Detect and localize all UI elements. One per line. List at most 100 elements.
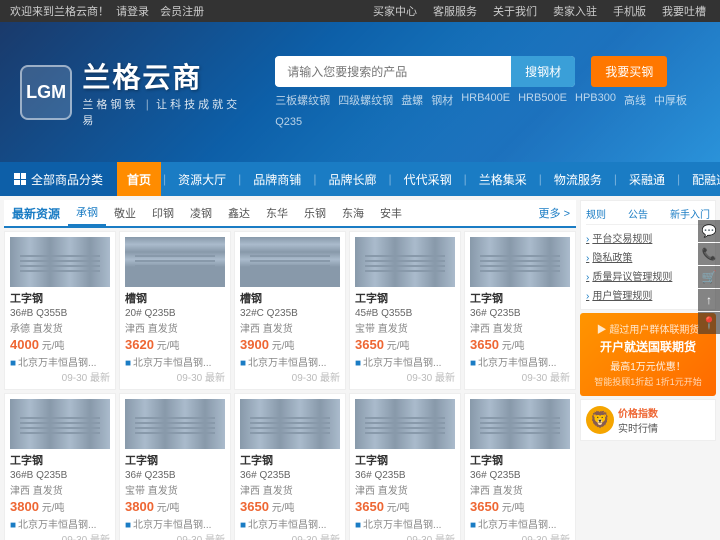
brand-sep: | xyxy=(146,97,149,111)
top-bar-left: 欢迎来到兰格云商！ 请登录 会员注册 xyxy=(10,3,208,19)
nav-home[interactable]: 首页 xyxy=(117,162,161,196)
product-spec: 20# Q235B xyxy=(125,308,225,319)
product-price: 3650 元/吨 xyxy=(470,499,570,514)
product-card[interactable]: 槽钢 20# Q235B 津西 直发货 3620 元/吨 ■北京万丰恒昌钢...… xyxy=(119,231,231,390)
right-link-0[interactable]: 平台交易规则 xyxy=(586,228,710,247)
product-name: 工字钢 xyxy=(10,290,110,306)
welcome-text: 欢迎来到兰格云商！ xyxy=(10,6,109,18)
nav-financing[interactable]: 采融通 xyxy=(619,162,675,196)
product-card[interactable]: 工字钢 36#B Q235B 津西 直发货 3800 元/吨 ■北京万丰恒昌钢.… xyxy=(4,393,116,540)
nav-pipe-2: | xyxy=(236,172,243,186)
right-link-2[interactable]: 质量异议管理规则 xyxy=(586,266,710,285)
chat-icon[interactable]: 💬 xyxy=(698,220,720,242)
phone-icon[interactable]: 📞 xyxy=(698,243,720,265)
promo-pre: ▶ 超过用户群体联期货 xyxy=(588,321,708,336)
login-link[interactable]: 请登录 xyxy=(116,6,149,18)
product-grid-row1: 工字钢 36#B Q355B 承德 直发货 4000 元/吨 ■北京万丰恒昌钢.… xyxy=(4,231,576,390)
product-image xyxy=(470,237,570,287)
product-card[interactable]: 工字钢 36#B Q355B 承德 直发货 4000 元/吨 ■北京万丰恒昌钢.… xyxy=(4,231,116,390)
nav-logistics[interactable]: 物流服务 xyxy=(544,162,612,196)
product-name: 工字钢 xyxy=(10,452,110,468)
product-price: 3650 元/吨 xyxy=(355,337,455,352)
filter-tab-4[interactable]: 鑫达 xyxy=(220,201,258,225)
price-index-area: 🦁 价格指数 实时行情 xyxy=(580,399,716,441)
newuser-label: 新手入门 xyxy=(670,206,710,221)
brand-sub1: 兰格钢铁 xyxy=(82,99,138,111)
filter-tab-7[interactable]: 东海 xyxy=(334,201,372,225)
tag-7[interactable]: 高线 xyxy=(624,92,646,108)
product-time: 09-30 最新 xyxy=(125,531,225,540)
nav-match[interactable]: 配融通 xyxy=(682,162,720,196)
filter-tabs: 承钢 敬业 印钢 凌钢 鑫达 东华 乐钢 东海 安丰 更多 > xyxy=(68,200,576,226)
register-link[interactable]: 会员注册 xyxy=(160,6,204,18)
tag-6[interactable]: HPB300 xyxy=(575,92,616,108)
filter-tab-5[interactable]: 东华 xyxy=(258,201,296,225)
product-card[interactable]: 工字钢 45#B Q355B 宝带 直发货 3650 元/吨 ■北京万丰恒昌钢.… xyxy=(349,231,461,390)
promo-subtitle: 最高1万元优惠！ xyxy=(588,358,708,373)
product-origin: 津西 直发货 xyxy=(470,320,570,335)
about-link[interactable]: 关于我们 xyxy=(493,3,537,19)
search-input[interactable] xyxy=(275,58,511,86)
filter-tab-0[interactable]: 承钢 xyxy=(68,200,106,226)
product-card[interactable]: 工字钢 36# Q235B 津西 直发货 3650 元/吨 ■北京万丰恒昌钢..… xyxy=(464,231,576,390)
tag-5[interactable]: HRB500E xyxy=(518,92,567,108)
customer-service-link[interactable]: 客服服务 xyxy=(433,3,477,19)
tag-3[interactable]: 钢材 xyxy=(431,92,453,108)
price-index-label: 价格指数 xyxy=(618,405,658,420)
filter-tab-6[interactable]: 乐钢 xyxy=(296,201,334,225)
feedback-link[interactable]: 我要吐槽 xyxy=(662,3,706,19)
product-image xyxy=(355,237,455,287)
buy-button[interactable]: 我要买钢 xyxy=(591,56,667,87)
seller-login-link[interactable]: 卖家入驻 xyxy=(553,3,597,19)
mobile-link[interactable]: 手机版 xyxy=(613,3,646,19)
product-seller: ■北京万丰恒昌钢... xyxy=(355,516,455,531)
tag-9[interactable]: Q235 xyxy=(275,116,302,128)
product-seller: ■北京万丰恒昌钢... xyxy=(470,354,570,369)
filter-more[interactable]: 更多 > xyxy=(533,201,576,225)
filter-tab-3[interactable]: 凌钢 xyxy=(182,201,220,225)
product-seller: ■北京万丰恒昌钢... xyxy=(355,354,455,369)
nav-agent[interactable]: 代代采钢 xyxy=(394,162,462,196)
location-icon[interactable]: 📍 xyxy=(698,312,720,334)
tag-4[interactable]: HRB400E xyxy=(461,92,510,108)
right-link-3[interactable]: 用户管理规则 xyxy=(586,285,710,304)
promo-banner[interactable]: ▶ 超过用户群体联期货 开户就送国联期货 最高1万元优惠！ 智能投顾1折起 1折… xyxy=(580,313,716,396)
main-content: 最新资源 承钢 敬业 印钢 凌钢 鑫达 东华 乐钢 东海 安丰 更多 > 工字 xyxy=(0,196,720,540)
product-card[interactable]: 槽钢 32#C Q235B 津西 直发货 3900 元/吨 ■北京万丰恒昌钢..… xyxy=(234,231,346,390)
mascot-icon: 🦁 xyxy=(586,406,614,434)
product-price: 3800 元/吨 xyxy=(10,499,110,514)
product-card[interactable]: 工字钢 36# Q235B 津西 直发货 3650 元/吨 ■北京万丰恒昌钢..… xyxy=(349,393,461,540)
product-image xyxy=(355,399,455,449)
product-image xyxy=(10,399,110,449)
tag-2[interactable]: 盘螺 xyxy=(401,92,423,108)
nav-resources[interactable]: 资源大厅 xyxy=(168,162,236,196)
nav-all-categories[interactable]: 全部商品分类 xyxy=(0,162,117,196)
product-image xyxy=(125,399,225,449)
product-spec: 32#C Q235B xyxy=(240,308,340,319)
tag-1[interactable]: 四级螺纹钢 xyxy=(338,92,393,108)
product-price: 3650 元/吨 xyxy=(240,499,340,514)
product-card[interactable]: 工字钢 36# Q235B 宝带 直发货 3800 元/吨 ■北京万丰恒昌钢..… xyxy=(119,393,231,540)
product-price: 3900 元/吨 xyxy=(240,337,340,352)
nav-pipe-1: | xyxy=(161,172,168,186)
cart-icon[interactable]: 🛒 xyxy=(698,266,720,288)
buyer-center-link[interactable]: 买家中心 xyxy=(373,3,417,19)
nav-brand-store[interactable]: 品牌商铺 xyxy=(243,162,311,196)
filter-tab-1[interactable]: 敬业 xyxy=(106,201,144,225)
product-time: 09-30 最新 xyxy=(10,369,110,384)
nav-brand-gallery[interactable]: 品牌长廊 xyxy=(318,162,386,196)
product-spec: 45#B Q355B xyxy=(355,308,455,319)
right-link-1[interactable]: 隐私政策 xyxy=(586,247,710,266)
search-button[interactable]: 搜钢材 xyxy=(511,56,575,87)
product-time: 09-30 最新 xyxy=(470,531,570,540)
filter-tab-8[interactable]: 安丰 xyxy=(372,201,410,225)
filter-tab-2[interactable]: 印钢 xyxy=(144,201,182,225)
tag-0[interactable]: 三板螺纹钢 xyxy=(275,92,330,108)
back-top-icon[interactable]: ↑ xyxy=(698,289,720,311)
search-tags: 三板螺纹钢 四级螺纹钢 盘螺 钢材 HRB400E HRB500E HPB300… xyxy=(275,92,700,128)
nav-collect[interactable]: 兰格集采 xyxy=(469,162,537,196)
product-card[interactable]: 工字钢 36# Q235B 津西 直发货 3650 元/吨 ■北京万丰恒昌钢..… xyxy=(234,393,346,540)
tag-8[interactable]: 中厚板 xyxy=(654,92,687,108)
product-card[interactable]: 工字钢 36# Q235B 津西 直发货 3650 元/吨 ■北京万丰恒昌钢..… xyxy=(464,393,576,540)
product-name: 工字钢 xyxy=(355,290,455,306)
